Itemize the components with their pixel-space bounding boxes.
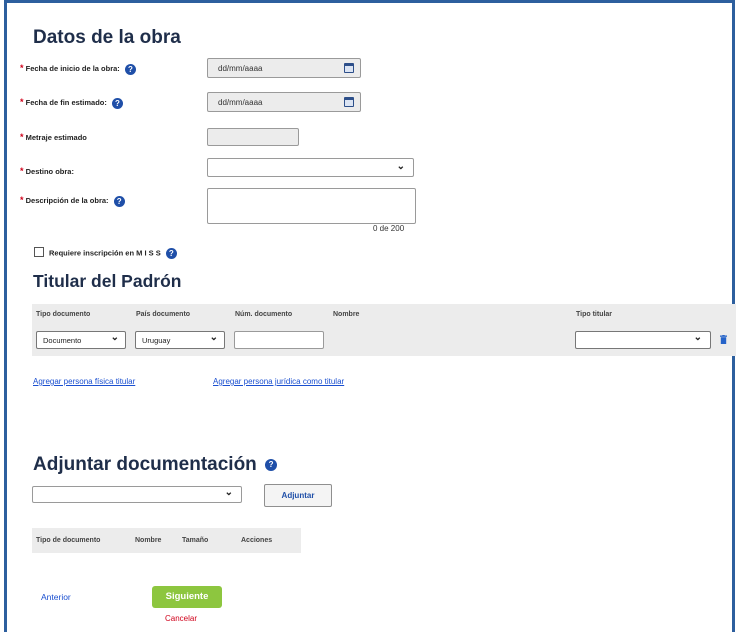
help-icon[interactable]: ? [265,458,278,471]
header-tipo-titular: Tipo titular [576,311,613,318]
tipo-titular-select[interactable]: ⌄ [575,331,711,349]
help-icon[interactable]: ? [124,63,136,75]
required-mark: * [20,166,24,176]
required-mark: * [20,132,24,142]
descripcion-label: Descripción de la obra: [25,196,109,205]
descripcion-counter: 0 de 200 [373,224,405,233]
miss-checkbox[interactable] [34,247,44,257]
header-nombre: Nombre [135,537,162,544]
required-mark: * [20,63,24,73]
calendar-icon[interactable] [344,97,354,107]
link-add-persona-juridica[interactable]: Agregar persona jurídica como titular [213,377,344,386]
header-pais-documento: País documento [136,311,191,318]
chevron-down-icon: ⌄ [396,161,405,172]
adjuntar-button[interactable]: Adjuntar [264,484,332,507]
next-button[interactable]: Siguiente [152,586,222,608]
metraje-input[interactable] [207,128,299,146]
descripcion-row-label: * Descripción de la obra: ? [20,195,125,207]
help-icon[interactable]: ? [113,195,125,207]
header-acciones: Acciones [241,537,273,544]
header-tipo-documento: Tipo documento [36,311,91,318]
fecha-fin-placeholder: dd/mm/aaaa [218,98,263,107]
destino-row-label: * Destino obra: [20,166,74,176]
fecha-inicio-placeholder: dd/mm/aaaa [218,64,263,73]
help-icon[interactable]: ? [111,97,123,109]
header-num-documento: Núm. documento [235,311,293,318]
fecha-fin-row-label: * Fecha de fin estimado: ? [20,97,123,109]
pais-documento-value: Uruguay [142,336,171,345]
fecha-inicio-label: Fecha de inicio de la obra: [25,64,120,73]
help-icon[interactable]: ? [165,248,177,259]
fecha-inicio-input[interactable]: dd/mm/aaaa [207,58,361,78]
chevron-down-icon: ⌄ [224,487,233,498]
section-title-obra: Datos de la obra [33,27,181,48]
chevron-down-icon: ⌄ [693,332,702,343]
descripcion-textarea[interactable] [207,188,416,224]
cancel-link[interactable]: Cancelar [165,614,197,623]
previous-link[interactable]: Anterior [41,592,71,602]
tipo-documento-select[interactable]: Documento ⌄ [36,331,126,349]
metraje-label: Metraje estimado [25,133,87,142]
fecha-inicio-row-label: * Fecha de inicio de la obra: ? [20,63,136,75]
section-title-titular: Titular del Padrón [33,271,182,291]
required-mark: * [20,195,24,205]
adjuntar-select[interactable]: ⌄ [32,486,242,503]
miss-row-label: Requiere inscripción en M I S S ? [49,248,177,259]
header-nombre: Nombre [333,311,360,318]
section-title-adjuntar: Adjuntar documentación ? [33,454,278,476]
link-add-persona-fisica[interactable]: Agregar persona física titular [33,377,135,386]
metraje-row-label: * Metraje estimado [20,132,87,142]
pais-documento-select[interactable]: Uruguay ⌄ [135,331,225,349]
destino-label: Destino obra: [25,167,74,176]
chevron-down-icon: ⌄ [209,332,218,343]
trash-icon[interactable] [720,335,727,344]
adjuntar-title: Adjuntar documentación [33,454,257,475]
chevron-down-icon: ⌄ [110,332,119,343]
num-documento-input[interactable] [234,331,324,349]
miss-label: Requiere inscripción en M I S S [49,248,161,258]
fecha-fin-label: Fecha de fin estimado: [25,98,107,107]
destino-select[interactable]: ⌄ [207,158,414,177]
tipo-documento-value: Documento [43,336,82,345]
fecha-fin-input[interactable]: dd/mm/aaaa [207,92,361,112]
calendar-icon[interactable] [344,63,354,73]
required-mark: * [20,97,24,107]
header-tipo-de-documento: Tipo de documento [36,537,101,544]
header-tamano: Tamaño [182,537,209,544]
